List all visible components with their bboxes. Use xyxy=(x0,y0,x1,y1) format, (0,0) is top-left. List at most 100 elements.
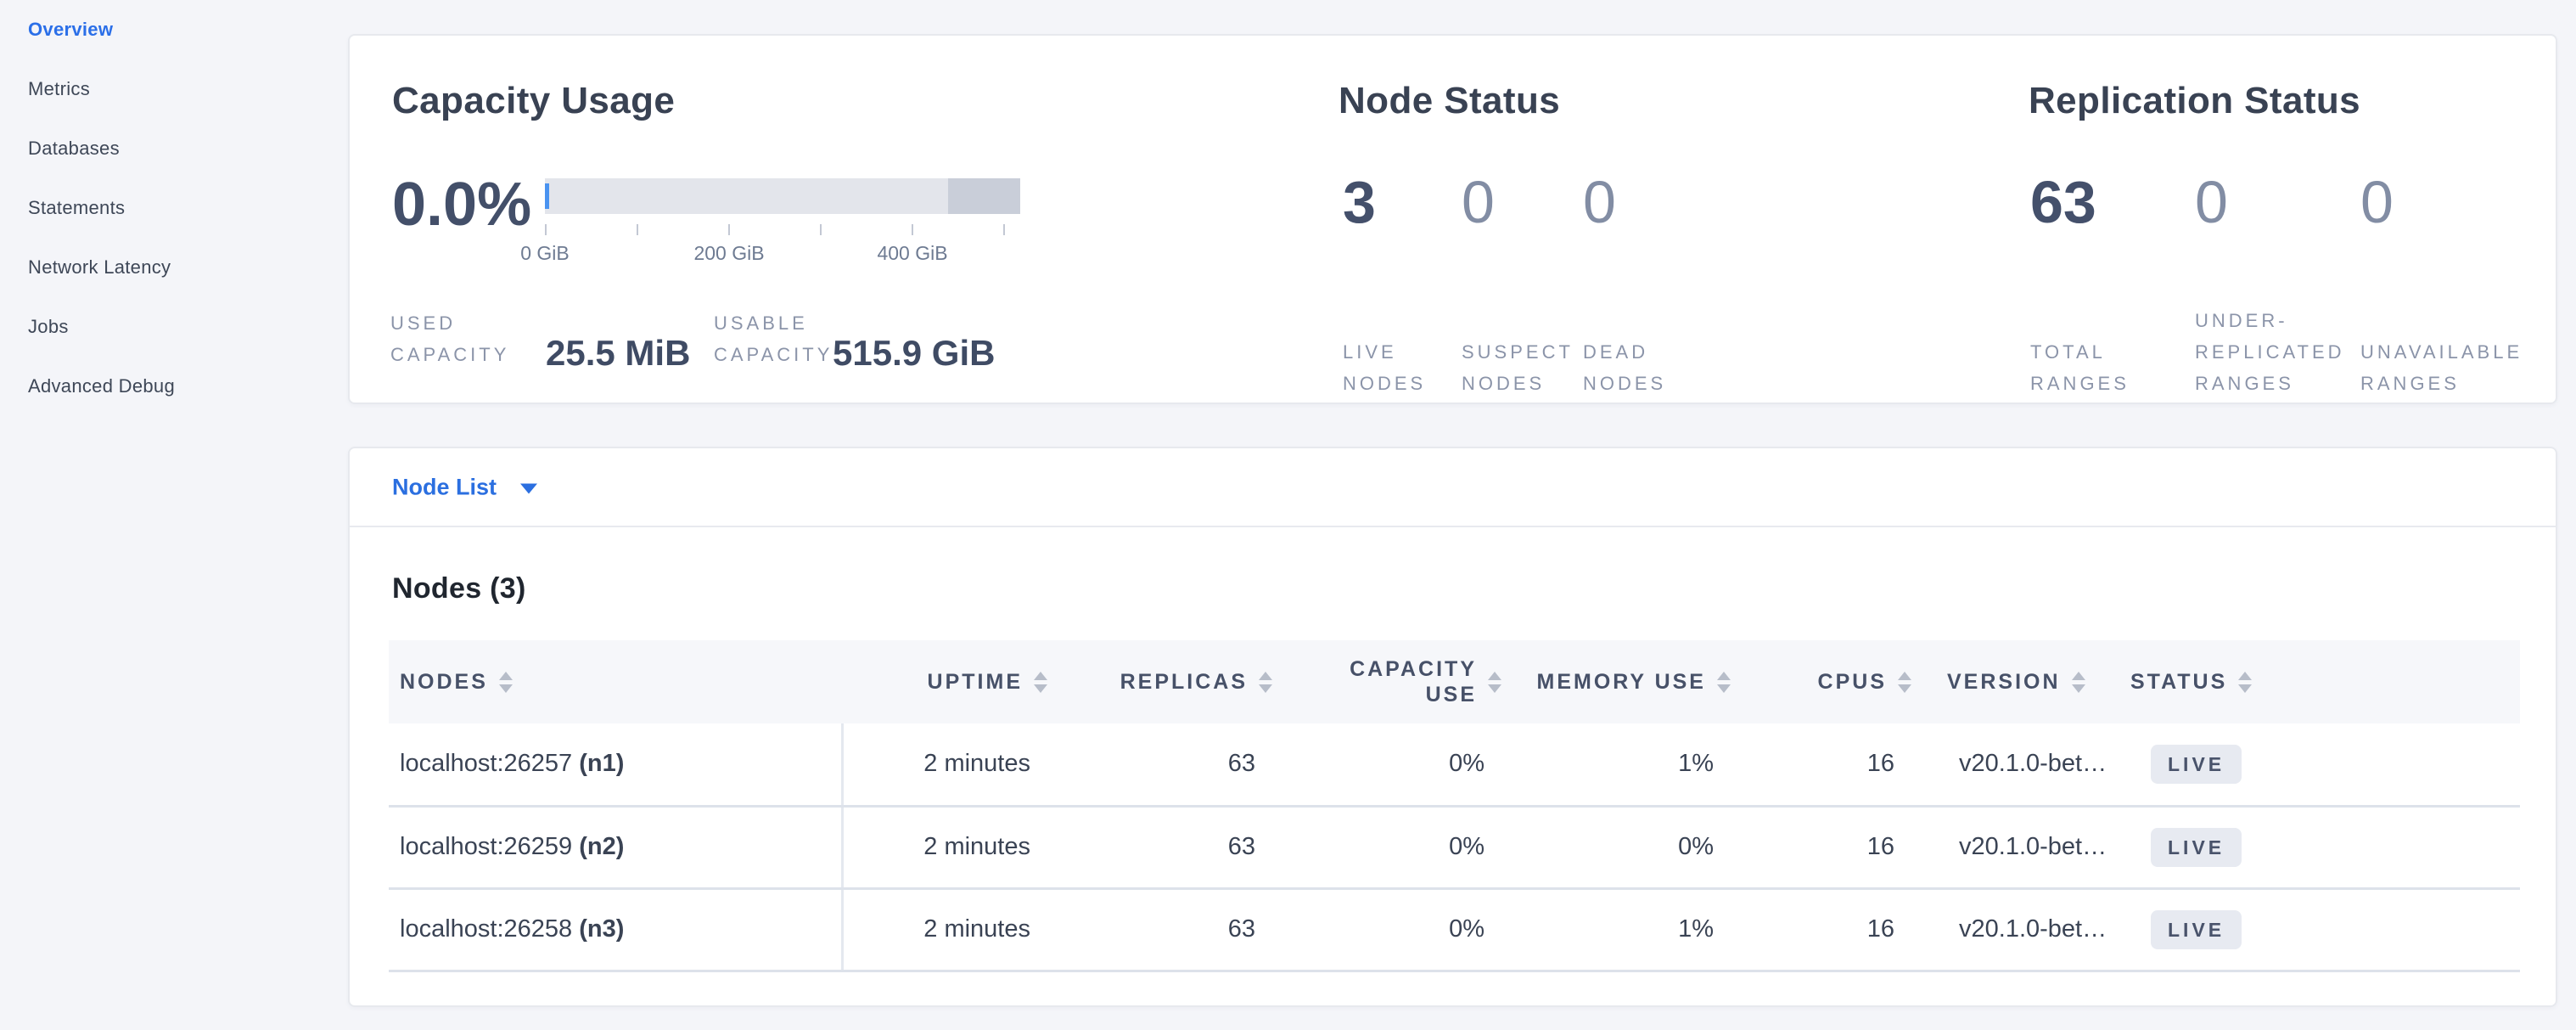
sidebar-item-databases[interactable]: Databases xyxy=(0,119,348,178)
sort-icon xyxy=(2238,672,2252,693)
node-status-title: Node Status xyxy=(1339,80,1560,122)
status-cell: LIVE xyxy=(2115,806,2520,888)
sidebar-item-metrics[interactable]: Metrics xyxy=(0,59,348,119)
axis-tick-200gib: 200 GiB xyxy=(693,242,764,265)
axis-tick-0gib: 0 GiB xyxy=(520,242,570,265)
nodes-table-title: Nodes (3) xyxy=(392,572,526,605)
sort-icon xyxy=(2072,672,2085,693)
usable-capacity-value: 515.9 GiB xyxy=(833,333,995,374)
uptime-cell: 2 minutes xyxy=(842,723,1054,806)
column-header-status[interactable]: STATUS xyxy=(2115,640,2520,723)
axis-tick-400gib: 400 GiB xyxy=(877,242,947,265)
cpus-cell: 16 xyxy=(1737,723,1918,806)
sidebar-item-overview[interactable]: Overview xyxy=(0,0,348,59)
under-replicated-ranges-value: 0 xyxy=(2195,172,2354,233)
capacity-percent-value: 0.0% xyxy=(392,170,531,239)
node-address-cell[interactable]: localhost:26257 (n1) xyxy=(389,723,842,806)
sidebar-item-jobs[interactable]: Jobs xyxy=(0,297,348,357)
node-list-dropdown-label: Node List xyxy=(392,474,497,500)
cluster-summary-card: Capacity Usage 0.0% 0 GiB 200 GiB 400 Gi… xyxy=(348,34,2557,404)
node-address-cell[interactable]: localhost:26259 (n2) xyxy=(389,806,842,888)
node-list-bar: Node List xyxy=(350,448,2556,526)
table-row[interactable]: localhost:26259 (n2) 2 minutes 63 0% 0% … xyxy=(389,806,2520,888)
sort-icon xyxy=(1259,672,1272,693)
column-header-capacity-use[interactable]: CAPACITY USE xyxy=(1279,640,1508,723)
dead-nodes-value: 0 xyxy=(1583,172,1700,233)
memory-use-cell: 1% xyxy=(1508,888,1737,971)
sidebar-item-advanced-debug[interactable]: Advanced Debug xyxy=(0,357,348,416)
cpus-cell: 16 xyxy=(1737,888,1918,971)
total-ranges-value: 63 xyxy=(2030,172,2190,233)
sort-icon xyxy=(1717,672,1731,693)
replicas-cell: 63 xyxy=(1054,888,1279,971)
sidebar: Overview Metrics Databases Statements Ne… xyxy=(0,0,348,1030)
suspect-nodes-value: 0 xyxy=(1462,172,1579,233)
capacity-other-segment xyxy=(948,178,1020,214)
version-cell: v20.1.0-bet… xyxy=(1918,723,2115,806)
suspect-nodes-stat: 0 SUSPECT NODES xyxy=(1462,172,1579,399)
column-header-replicas[interactable]: REPLICAS xyxy=(1054,640,1279,723)
status-cell: LIVE xyxy=(2115,723,2520,806)
uptime-cell: 2 minutes xyxy=(842,806,1054,888)
sort-icon xyxy=(499,672,513,693)
column-header-cpus[interactable]: CPUS xyxy=(1737,640,1918,723)
capacity-usage-title: Capacity Usage xyxy=(392,80,675,122)
sidebar-item-statements[interactable]: Statements xyxy=(0,178,348,238)
cpus-cell: 16 xyxy=(1737,806,1918,888)
node-id: (n3) xyxy=(579,915,624,943)
table-row[interactable]: localhost:26257 (n1) 2 minutes 63 0% 1% … xyxy=(389,723,2520,806)
capacity-usage-bar xyxy=(545,178,1020,214)
memory-use-cell: 1% xyxy=(1508,723,1737,806)
unavailable-ranges-stat: 0 UNAVAILABLE RANGES xyxy=(2360,172,2556,399)
suspect-nodes-label: SUSPECT NODES xyxy=(1462,336,1579,399)
sort-icon xyxy=(1898,672,1911,693)
node-id: (n2) xyxy=(579,833,624,860)
column-header-uptime[interactable]: UPTIME xyxy=(842,640,1054,723)
node-id: (n1) xyxy=(579,750,624,777)
column-header-nodes[interactable]: NODES xyxy=(389,640,842,723)
node-address-cell[interactable]: localhost:26258 (n3) xyxy=(389,888,842,971)
column-header-memory-use[interactable]: MEMORY USE xyxy=(1508,640,1737,723)
sort-icon xyxy=(1488,672,1501,693)
live-nodes-label: LIVE NODES xyxy=(1343,336,1460,399)
replication-status-title: Replication Status xyxy=(2029,80,2360,122)
used-capacity-label: USED CAPACITY xyxy=(390,307,509,370)
capacity-used-segment xyxy=(545,183,549,209)
node-list-dropdown[interactable]: Node List xyxy=(392,474,537,500)
version-cell: v20.1.0-bet… xyxy=(1918,888,2115,971)
nodes-table: NODES UPTIME REPLICAS CAPACITY USE MEMOR… xyxy=(389,640,2520,972)
column-header-version[interactable]: VERSION xyxy=(1918,640,2115,723)
capacity-use-cell: 0% xyxy=(1279,888,1508,971)
capacity-use-cell: 0% xyxy=(1279,723,1508,806)
replicas-cell: 63 xyxy=(1054,723,1279,806)
total-ranges-stat: 63 TOTAL RANGES xyxy=(2030,172,2190,399)
dead-nodes-stat: 0 DEAD NODES xyxy=(1583,172,1700,399)
status-badge: LIVE xyxy=(2151,910,2242,949)
version-cell: v20.1.0-bet… xyxy=(1918,806,2115,888)
table-row[interactable]: localhost:26258 (n3) 2 minutes 63 0% 1% … xyxy=(389,888,2520,971)
divider xyxy=(350,526,2556,527)
replicas-cell: 63 xyxy=(1054,806,1279,888)
under-replicated-ranges-label: UNDER- REPLICATED RANGES xyxy=(2195,305,2354,399)
live-nodes-value: 3 xyxy=(1343,172,1460,233)
total-ranges-label: TOTAL RANGES xyxy=(2030,336,2190,399)
node-list-card: Node List Nodes (3) NODES UPTIME REPLICA… xyxy=(348,447,2557,1007)
unavailable-ranges-label: UNAVAILABLE RANGES xyxy=(2360,336,2556,399)
capacity-axis xyxy=(545,224,1020,236)
sort-icon xyxy=(1034,672,1047,693)
used-capacity-value: 25.5 MiB xyxy=(546,333,690,374)
unavailable-ranges-value: 0 xyxy=(2360,172,2556,233)
dead-nodes-label: DEAD NODES xyxy=(1583,336,1700,399)
usable-capacity-label: USABLE CAPACITY xyxy=(714,307,833,370)
under-replicated-ranges-stat: 0 UNDER- REPLICATED RANGES xyxy=(2195,172,2354,399)
sidebar-item-network-latency[interactable]: Network Latency xyxy=(0,238,348,297)
capacity-use-cell: 0% xyxy=(1279,806,1508,888)
status-cell: LIVE xyxy=(2115,888,2520,971)
table-header-row: NODES UPTIME REPLICAS CAPACITY USE MEMOR… xyxy=(389,640,2520,723)
status-badge: LIVE xyxy=(2151,828,2242,867)
memory-use-cell: 0% xyxy=(1508,806,1737,888)
uptime-cell: 2 minutes xyxy=(842,888,1054,971)
live-nodes-stat: 3 LIVE NODES xyxy=(1343,172,1460,399)
status-badge: LIVE xyxy=(2151,745,2242,784)
chevron-down-icon xyxy=(520,484,537,494)
